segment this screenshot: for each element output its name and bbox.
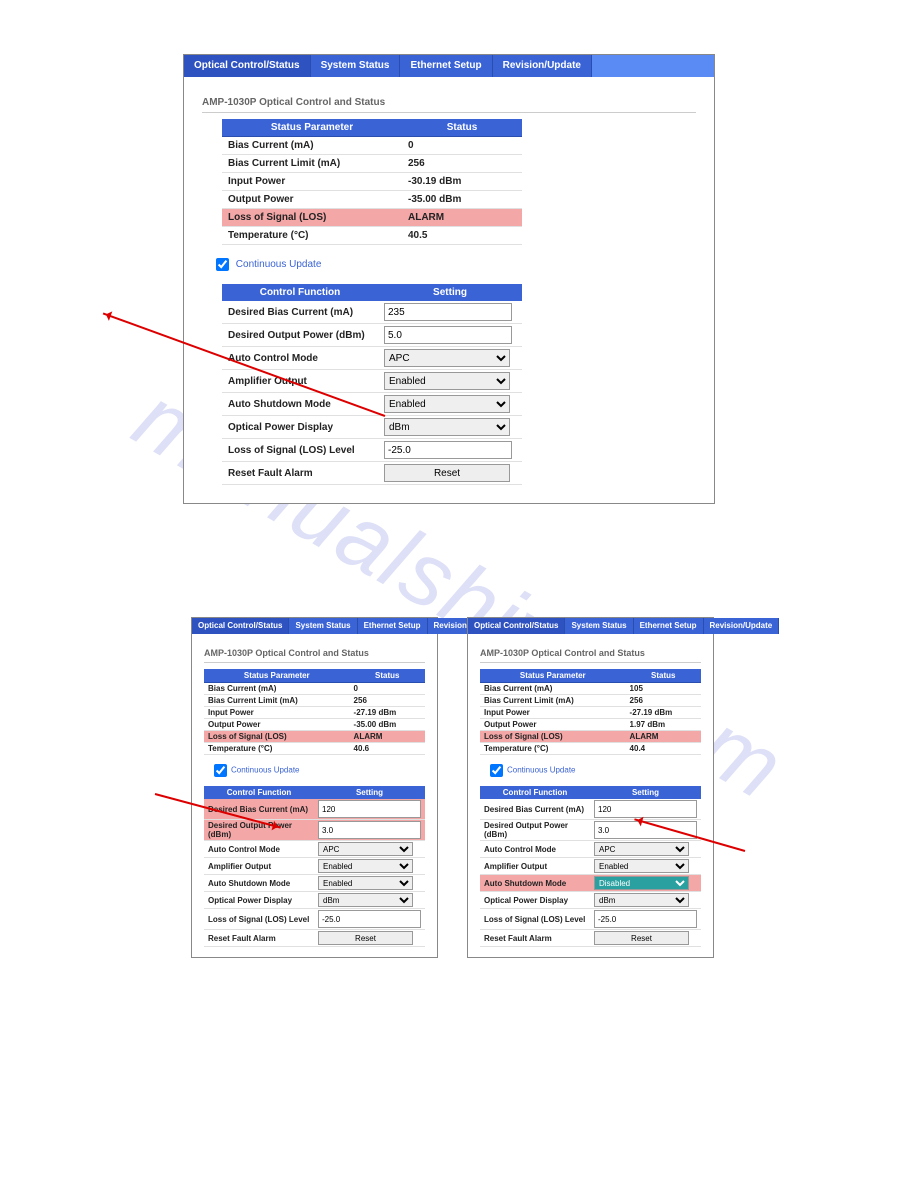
s2-input-losl[interactable]	[594, 910, 697, 928]
s1-val-output: -35.00 dBm	[350, 719, 425, 731]
s2-select-disp[interactable]: dBm	[594, 893, 689, 907]
val-bias: 0	[402, 137, 522, 155]
s2-tab-revision[interactable]: Revision/Update	[704, 618, 780, 634]
th-param: Status Parameter	[222, 119, 402, 137]
s1-continuous-update[interactable]: Continuous Update	[210, 761, 425, 780]
val-temp: 40.5	[402, 227, 522, 245]
s2-val-los: ALARM	[626, 731, 701, 743]
s1-select-amp[interactable]: Enabled	[318, 859, 413, 873]
tab-bar: Optical Control/Status System Status Eth…	[184, 55, 714, 77]
s2-continuous-update[interactable]: Continuous Update	[486, 761, 701, 780]
tab-revision[interactable]: Revision/Update	[493, 55, 592, 77]
s1-tab-ethernet[interactable]: Ethernet Setup	[358, 618, 428, 634]
s1-val-input: -27.19 dBm	[350, 707, 425, 719]
s1-tab-system[interactable]: System Status	[289, 618, 357, 634]
s1-status-table: Status ParameterStatus Bias Current (mA)…	[204, 669, 425, 755]
s2-val-bias: 105	[626, 683, 701, 695]
main-panel: Optical Control/Status System Status Eth…	[183, 54, 715, 504]
s1-val-los: ALARM	[350, 731, 425, 743]
s1-reset-button[interactable]: Reset	[318, 931, 413, 945]
s1-select-asd[interactable]: Enabled	[318, 876, 413, 890]
s2-val-output: 1.97 dBm	[626, 719, 701, 731]
label-disp: Optical Power Display	[222, 416, 378, 439]
select-asd[interactable]: Enabled	[384, 395, 510, 413]
s1-input-losl[interactable]	[318, 910, 421, 928]
label-losl: Loss of Signal (LOS) Level	[222, 439, 378, 462]
s2-select-asd[interactable]: Disabled	[594, 876, 689, 890]
s2-ctrl-table: Control FunctionSetting Desired Bias Cur…	[480, 786, 701, 947]
tab-system[interactable]: System Status	[311, 55, 401, 77]
s2-tab-ethernet[interactable]: Ethernet Setup	[634, 618, 704, 634]
label-output-power: Output Power	[222, 191, 402, 209]
select-mode[interactable]: APC	[384, 349, 510, 367]
label-des-out: Desired Output Power (dBm)	[222, 324, 378, 347]
s1-val-temp: 40.6	[350, 743, 425, 755]
label-bias-limit: Bias Current Limit (mA)	[222, 155, 402, 173]
continuous-update-label: Continuous Update	[236, 259, 322, 270]
s2-reset-button[interactable]: Reset	[594, 931, 689, 945]
s1-ctrl-table: Control FunctionSetting Desired Bias Cur…	[204, 786, 425, 947]
th-fn: Control Function	[222, 284, 378, 301]
s2-status-table: Status ParameterStatus Bias Current (mA)…	[480, 669, 701, 755]
val-input-power: -30.19 dBm	[402, 173, 522, 191]
s1-input-bias[interactable]	[318, 800, 421, 818]
label-temp: Temperature (°C)	[222, 227, 402, 245]
control-table: Control Function Setting Desired Bias Cu…	[222, 284, 522, 485]
val-output-power: -35.00 dBm	[402, 191, 522, 209]
continuous-update[interactable]: Continuous Update	[212, 255, 696, 274]
label-bias: Bias Current (mA)	[222, 137, 402, 155]
label-los: Loss of Signal (LOS)	[222, 209, 402, 227]
th-set: Setting	[378, 284, 522, 301]
s1-val-bias: 0	[350, 683, 425, 695]
s2-input-bias[interactable]	[594, 800, 697, 818]
s2-select-amp[interactable]: Enabled	[594, 859, 689, 873]
val-los: ALARM	[402, 209, 522, 227]
small-panel-2: Optical Control/Status System Status Eth…	[467, 617, 714, 958]
s1-select-mode[interactable]: APC	[318, 842, 413, 856]
label-amp: Amplifier Output	[222, 370, 378, 393]
val-bias-limit: 256	[402, 155, 522, 173]
s1-tab-optical[interactable]: Optical Control/Status	[192, 618, 289, 634]
reset-button[interactable]: Reset	[384, 464, 510, 482]
label-input-power: Input Power	[222, 173, 402, 191]
label-reset: Reset Fault Alarm	[222, 462, 378, 485]
input-des-out[interactable]	[384, 326, 512, 344]
th-status: Status	[402, 119, 522, 137]
s1-val-bias-limit: 256	[350, 695, 425, 707]
page-title: AMP-1030P Optical Control and Status	[202, 97, 696, 113]
s2-tab-system[interactable]: System Status	[565, 618, 633, 634]
small-panel-1: Optical Control/Status System Status Eth…	[191, 617, 438, 958]
status-table: Status Parameter Status Bias Current (mA…	[222, 119, 522, 245]
input-losl[interactable]	[384, 441, 512, 459]
select-disp[interactable]: dBm	[384, 418, 510, 436]
continuous-update-checkbox[interactable]	[216, 258, 229, 271]
s2-title: AMP-1030P Optical Control and Status	[480, 648, 701, 663]
s1-title: AMP-1030P Optical Control and Status	[204, 648, 425, 663]
s2-val-bias-limit: 256	[626, 695, 701, 707]
s2-val-input: -27.19 dBm	[626, 707, 701, 719]
tab-ethernet[interactable]: Ethernet Setup	[400, 55, 492, 77]
tab-spacer	[592, 55, 714, 77]
s1-input-out[interactable]	[318, 821, 421, 839]
tab-optical[interactable]: Optical Control/Status	[184, 55, 311, 77]
s2-select-mode[interactable]: APC	[594, 842, 689, 856]
s2-val-temp: 40.4	[626, 743, 701, 755]
s1-select-disp[interactable]: dBm	[318, 893, 413, 907]
label-des-bias: Desired Bias Current (mA)	[222, 301, 378, 324]
select-amp[interactable]: Enabled	[384, 372, 510, 390]
s2-tab-optical[interactable]: Optical Control/Status	[468, 618, 565, 634]
input-des-bias[interactable]	[384, 303, 512, 321]
